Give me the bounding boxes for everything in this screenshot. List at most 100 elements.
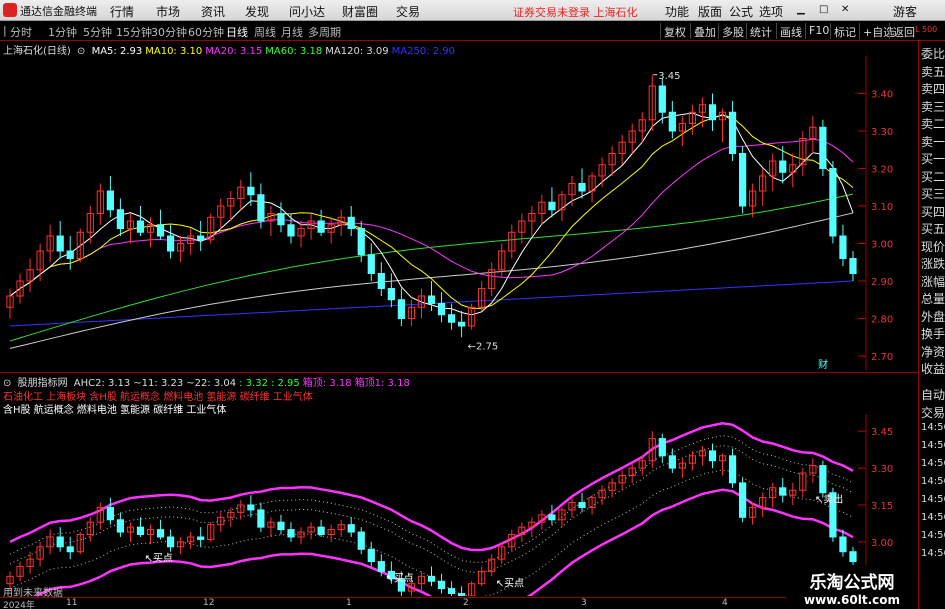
- candle-body: [668, 111, 676, 132]
- chevron-down-icon[interactable]: |: [3, 24, 7, 37]
- candle-body: [819, 465, 827, 494]
- menu-wenxiaoda[interactable]: 问小达: [289, 3, 325, 20]
- restore-icon[interactable]: □: [819, 4, 828, 15]
- buy-signal: ↖买点: [144, 553, 172, 565]
- menu-hangqing[interactable]: 行情: [110, 3, 134, 20]
- candle-body: [287, 224, 295, 237]
- tab-fenshi[interactable]: 分时: [10, 24, 32, 40]
- candle-body: [56, 536, 64, 548]
- y-tick-label: 3.30: [871, 464, 893, 475]
- candle-body: [247, 504, 255, 511]
- candlestick-chart[interactable]: 3.40 3.30 3.20 3.10 3.00 2.90 2.80 2.70 3.45 ←2.7…: [0, 56, 918, 371]
- user-guest[interactable]: 游客: [893, 3, 917, 20]
- candle-body: [728, 111, 737, 154]
- mark-button[interactable]: 标记: [830, 23, 859, 39]
- indicator-chart[interactable]: 3.453.303.153.002.85↖买点↖买点↖买点↖卖出: [0, 414, 918, 596]
- menu-jiaoyi[interactable]: 交易: [396, 3, 420, 20]
- tab-30min[interactable]: 30分钟: [151, 24, 187, 40]
- menu-faxian[interactable]: 发现: [245, 3, 269, 20]
- sidebar-time-label[interactable]: 交易: [921, 404, 945, 421]
- menu-gongneng[interactable]: 功能: [665, 3, 689, 20]
- menu-xuanxiang[interactable]: 选项: [759, 3, 783, 20]
- tab-daily[interactable]: 日线: [226, 24, 248, 40]
- ma-legend: 上海石化(日线) ⊙ MA5: 2.93 MA10: 3.10 MA20: 3.15…: [0, 42, 461, 57]
- candle-body: [136, 220, 145, 233]
- candle-body: [548, 201, 556, 211]
- back-button[interactable]: 返回: [889, 23, 918, 39]
- multi-stock-button[interactable]: 多股: [718, 23, 747, 39]
- candle-body: [578, 502, 586, 508]
- candle-body: [738, 482, 747, 518]
- candle-body: [156, 529, 165, 538]
- tab-15min[interactable]: 15分钟: [116, 24, 152, 40]
- candle-body: [839, 235, 847, 259]
- tab-1min[interactable]: 1分钟: [48, 24, 77, 40]
- sidebar-time-label: 14:56: [921, 548, 945, 559]
- adjust-button[interactable]: 复权: [660, 23, 689, 39]
- stats-button[interactable]: 统计: [746, 23, 775, 39]
- candle-body: [367, 254, 375, 274]
- sidebar-label: 卖三: [921, 99, 945, 114]
- candle-body: [106, 506, 114, 521]
- candle-body: [347, 524, 355, 533]
- sidebar-time-label[interactable]: 自动: [921, 386, 945, 403]
- mid-dotted-band: [9, 444, 854, 573]
- sidebar-time-label: 14:56: [921, 512, 945, 523]
- candle-body: [658, 85, 666, 113]
- tab-60min[interactable]: 60分钟: [188, 24, 224, 40]
- app-name: 通达信金融终端: [20, 5, 97, 18]
- candle-body: [66, 546, 74, 553]
- y-tick-label: 3.45: [871, 427, 893, 438]
- candle-body: [457, 593, 466, 596]
- tab-5min[interactable]: 5分钟: [83, 24, 112, 40]
- candle-body: [367, 548, 375, 563]
- close-icon[interactable]: ✕: [841, 4, 849, 15]
- sidebar-label: 净资: [921, 344, 945, 359]
- sidebar-label: 卖二: [921, 117, 945, 131]
- overlay-button[interactable]: 叠加: [690, 23, 719, 39]
- minimize-icon[interactable]: ▁: [797, 4, 805, 15]
- sell-signal: ↖卖出: [815, 493, 843, 506]
- menu-caifuquan[interactable]: 财富圈: [342, 3, 378, 20]
- ma10-line: [9, 114, 854, 309]
- menu-shichang[interactable]: 市场: [156, 3, 180, 20]
- candle-body: [66, 250, 74, 259]
- candle-body: [197, 235, 205, 241]
- candle-body: [708, 104, 717, 121]
- date-label: 3: [581, 598, 587, 608]
- upper-dotted-band: [9, 435, 854, 563]
- tab-weekly[interactable]: 周线: [254, 24, 276, 40]
- candle-body: [427, 575, 436, 582]
- level-badge: L 500: [915, 25, 938, 34]
- tab-multi-period[interactable]: 多周期: [308, 24, 341, 40]
- candle-body: [437, 580, 446, 590]
- candle-body: [197, 536, 205, 540]
- sidebar-label: 外盘: [921, 309, 945, 324]
- sidebar-label: 卖一: [921, 134, 945, 149]
- candle-body: [357, 228, 365, 256]
- candle-body: [387, 288, 395, 301]
- sidebar-time-label: 14:56: [921, 530, 945, 541]
- upper-band: [9, 422, 854, 552]
- draw-line-button[interactable]: 画线: [776, 23, 805, 39]
- sidebar-time-label: 14:56: [921, 440, 945, 451]
- candle-body: [257, 509, 265, 528]
- date-axis: 2024年 11 12 1 2 3 4: [0, 597, 918, 609]
- quote-sidebar: 委比 卖五 卖四 卖三 卖二 卖一 买一 买二 买三 买四 买五 现价 涨跌 涨幅 总量 外盘 换手 净资 收益 自…: [918, 41, 945, 609]
- buy-signal: ↖买点: [496, 577, 524, 589]
- finance-marker[interactable]: 财: [818, 358, 828, 371]
- sidebar-label: 买三: [921, 187, 945, 201]
- candle-body: [116, 209, 125, 229]
- f10-button[interactable]: F10: [805, 23, 832, 39]
- menu-banmian[interactable]: 版面: [698, 3, 722, 20]
- menu-gongshi[interactable]: 公式: [729, 3, 753, 20]
- sidebar-label: 卖四: [921, 82, 945, 96]
- menu-zixun[interactable]: 资讯: [201, 3, 225, 20]
- low-label: ←2.75: [468, 341, 499, 352]
- tab-monthly[interactable]: 月线: [281, 24, 303, 40]
- y-tick-label: 3.00: [871, 538, 893, 549]
- candle-body: [849, 551, 857, 563]
- candle-body: [839, 536, 847, 553]
- candle-body: [317, 526, 325, 536]
- buy-signal: ↖买点: [385, 572, 413, 584]
